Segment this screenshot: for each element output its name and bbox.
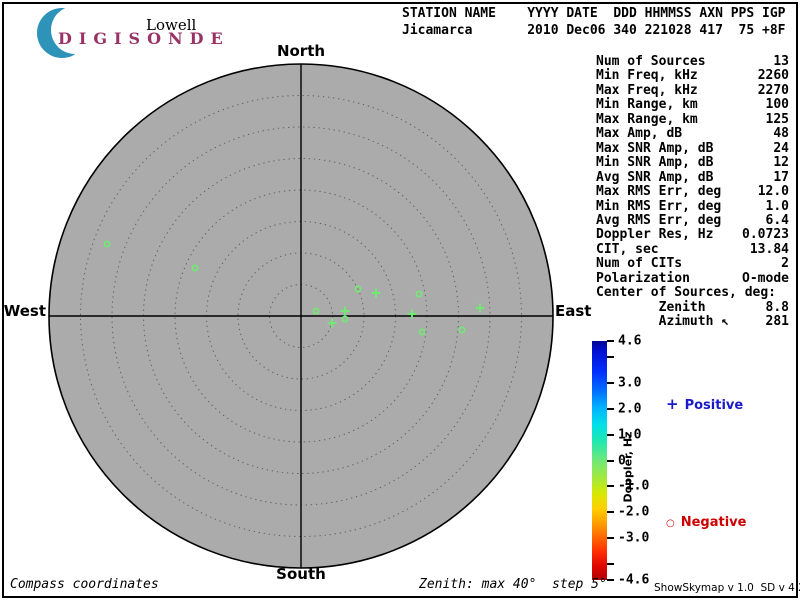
stat-row: Avg SNR Amp, dB 17	[596, 169, 789, 185]
stat-row: Max Range, km 125	[596, 111, 789, 127]
stat-label: Min SNR Amp, dB	[596, 155, 714, 171]
stat-value: 100	[765, 97, 789, 113]
plus-marker-icon: +	[666, 395, 679, 413]
legend-positive: + Positive	[666, 395, 743, 413]
stat-label: Avg SNR Amp, dB	[596, 169, 714, 185]
compass-label-east: East	[555, 302, 592, 320]
stat-label: Num of Sources	[596, 54, 706, 69]
stat-row: Avg RMS Err, deg 6.4	[596, 212, 789, 228]
stat-value: 12.0	[757, 184, 789, 200]
colorbar-tick	[607, 579, 614, 581]
stat-row: CIT, sec 13.84	[596, 241, 789, 257]
stat-row: Zenith 8.8	[596, 299, 789, 315]
compass-label-south: South	[276, 565, 326, 583]
compass-label-west: West	[3, 302, 46, 320]
stat-value: 13	[773, 54, 789, 69]
colorbar-tick-label: 3.0	[618, 375, 642, 391]
stat-label: Avg RMS Err, deg	[596, 212, 722, 228]
header-table: STATION NAME YYYY DATE DDD HHMMSS AXN PP…	[402, 5, 786, 39]
stats-panel: Num of Sources 13 Min Freq, kHz 2260 Max Fre…	[596, 54, 789, 330]
zenith-range-note: Zenith: max 40° step 5°	[419, 577, 607, 592]
stat-value: 8.8	[765, 299, 789, 315]
colorbar-tick	[607, 407, 614, 410]
stat-value: 125	[765, 111, 789, 127]
colorbar-title: Doppler, Hz	[621, 431, 635, 503]
colorbar-tick	[607, 381, 614, 384]
stat-row: Polarization O-mode	[596, 270, 789, 286]
colorbar-tick	[607, 485, 614, 488]
stat-value: 12	[773, 155, 789, 171]
stat-row: Max SNR Amp, dB 24	[596, 140, 789, 156]
legend-negative-label: Negative	[680, 515, 747, 530]
stat-row: Num of CITs 2	[596, 256, 789, 272]
legend-negative: ○ Negative	[666, 515, 746, 530]
coordinates-note: Compass coordinates	[10, 577, 159, 592]
stat-label: Max SNR Amp, dB	[596, 140, 714, 156]
stat-row: Max Freq, kHz 2270	[596, 82, 789, 98]
colorbar-tick-label: -2.0	[618, 504, 650, 520]
colorbar-tick	[607, 433, 614, 436]
stat-row: Azimuth ↖ 281	[596, 314, 789, 330]
colorbar-tick-label: -4.6	[618, 572, 650, 588]
stat-value: 2	[781, 256, 789, 272]
stat-value: 6.4	[765, 212, 789, 228]
version-note: ShowSkymap v 1.0 SD v 4.2	[654, 582, 800, 594]
stat-value: 2270	[757, 82, 789, 98]
stat-row: Min Freq, kHz 2260	[596, 68, 789, 84]
stat-value: 13.84	[749, 241, 789, 257]
compass-label-north: North	[276, 42, 326, 60]
stat-label: Center of Sources, deg:	[596, 285, 777, 301]
stat-row: Num of Sources 13	[596, 54, 789, 69]
stat-label: Max RMS Err, deg	[596, 184, 722, 200]
colorbar-tick	[607, 355, 614, 358]
stat-label: Polarization	[596, 270, 690, 286]
colorbar-tick-label: 2.0	[618, 401, 642, 417]
stat-value: O-mode	[742, 270, 789, 286]
stat-row: Max Amp, dB 48	[596, 126, 789, 142]
stat-value: 1.0	[765, 198, 789, 214]
stat-label: Doppler Res, Hz	[596, 227, 714, 243]
colorbar-tick	[607, 563, 614, 566]
stat-value: 2260	[757, 68, 789, 84]
stat-label: Num of CITs	[596, 256, 683, 272]
colorbar-tick	[607, 459, 614, 462]
colorbar-tick	[607, 537, 614, 540]
stat-row: Center of Sources, deg:	[596, 285, 789, 301]
stat-row: Max RMS Err, deg 12.0	[596, 184, 789, 200]
stat-value: 24	[773, 140, 789, 156]
logo-product: DIGISONDE	[58, 29, 230, 48]
stat-value: 281	[765, 314, 789, 330]
header-columns: STATION NAME YYYY DATE DDD HHMMSS AXN PP…	[402, 6, 786, 21]
legend-positive-label: Positive	[684, 398, 744, 413]
stat-row: Min RMS Err, deg 1.0	[596, 198, 789, 214]
stat-label: Max Freq, kHz	[596, 82, 698, 98]
stat-row: Min Range, km 100	[596, 97, 789, 113]
header-values: Jicamarca 2010 Dec06 340 221028 417 75 +…	[402, 23, 786, 38]
stat-value: 17	[773, 169, 789, 185]
lowell-digisonde-logo: Lowell DIGISONDE	[0, 0, 260, 62]
stat-label: Min Range, km	[596, 97, 698, 113]
colorbar-tick	[607, 340, 614, 342]
stat-label: Min Freq, kHz	[596, 68, 698, 84]
circle-marker-icon: ○	[666, 518, 675, 529]
stat-label: Zenith	[596, 299, 706, 315]
stat-row: Doppler Res, Hz 0.0723	[596, 227, 789, 243]
colorbar-tick	[607, 511, 614, 514]
stat-label: Min RMS Err, deg	[596, 198, 722, 214]
stat-value: 48	[773, 126, 789, 142]
stat-label: Max Amp, dB	[596, 126, 683, 142]
colorbar-tick-label: -3.0	[618, 530, 650, 546]
stat-label: CIT, sec	[596, 241, 659, 257]
colorbar-tick-label: 4.6	[618, 333, 642, 349]
stat-label: Azimuth ↖	[596, 314, 730, 330]
stat-value: 0.0723	[742, 227, 789, 243]
stat-label: Max Range, km	[596, 111, 698, 127]
stat-row: Min SNR Amp, dB 12	[596, 155, 789, 171]
